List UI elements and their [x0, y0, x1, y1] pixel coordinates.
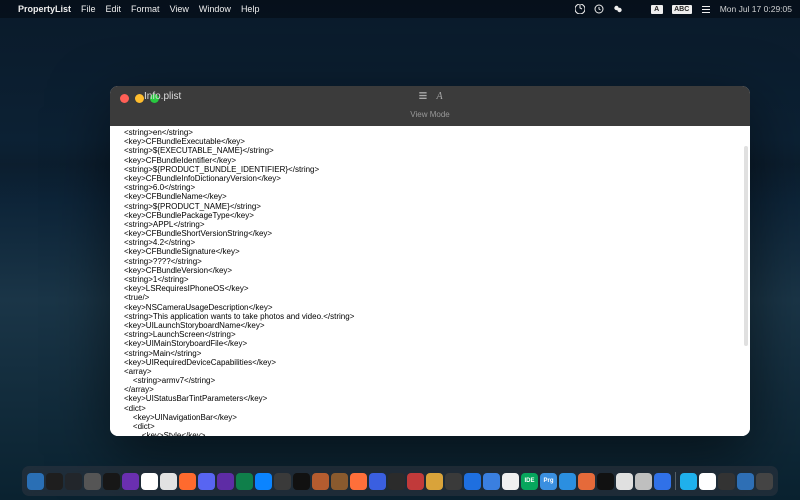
dock-app-icon[interactable] — [597, 473, 614, 490]
dock-app-icon[interactable] — [502, 473, 519, 490]
moon-icon[interactable] — [632, 4, 642, 14]
dock-app-icon[interactable] — [464, 473, 481, 490]
text-view-icon[interactable]: A — [436, 91, 442, 102]
dock-app-icon[interactable] — [578, 473, 595, 490]
list-view-icon[interactable] — [417, 90, 428, 103]
menu-help[interactable]: Help — [241, 4, 260, 14]
dock-app-icon[interactable] — [274, 473, 291, 490]
dock-app-icon[interactable] — [331, 473, 348, 490]
app-menu[interactable]: PropertyList — [18, 4, 71, 14]
document-content[interactable]: <string>en</string> <key>CFBundleExecuta… — [110, 126, 750, 436]
dock-app-icon[interactable] — [718, 473, 735, 490]
dock-app-icon[interactable] — [483, 473, 500, 490]
close-button[interactable] — [120, 94, 129, 103]
chat-icon[interactable] — [613, 4, 623, 14]
scrollbar[interactable] — [744, 146, 748, 346]
dock-app-icon[interactable] — [198, 473, 215, 490]
status-icon-generic-1[interactable] — [575, 4, 585, 14]
menubar: PropertyList File Edit Format View Windo… — [0, 0, 800, 18]
dock-app-icon[interactable] — [388, 473, 405, 490]
dock-separator — [675, 472, 676, 490]
dock-app-icon[interactable]: Prg — [540, 473, 557, 490]
dock-app-icon[interactable] — [559, 473, 576, 490]
dock-app-icon[interactable] — [217, 473, 234, 490]
view-mode-label: View Mode — [110, 110, 750, 122]
window-titlebar: Info.plist A View Mode — [110, 86, 750, 126]
dock-app-icon[interactable] — [654, 473, 671, 490]
dock-app-icon[interactable] — [445, 473, 462, 490]
dock-app-icon[interactable] — [756, 473, 773, 490]
dock-app-icon[interactable] — [65, 473, 82, 490]
menu-file[interactable]: File — [81, 4, 96, 14]
dock-app-icon[interactable] — [699, 473, 716, 490]
dock-app-icon[interactable] — [27, 473, 44, 490]
dock-app-icon[interactable] — [350, 473, 367, 490]
dock-app-icon[interactable] — [84, 473, 101, 490]
dock-app-icon[interactable] — [179, 473, 196, 490]
app-window: Info.plist A View Mode <string>en</strin… — [110, 86, 750, 436]
dock-app-icon[interactable] — [635, 473, 652, 490]
dock-app-icon[interactable] — [46, 473, 63, 490]
dock-app-icon[interactable] — [293, 473, 310, 490]
menubar-clock[interactable]: Mon Jul 17 0:29:05 — [720, 4, 792, 14]
toolbar: A — [417, 90, 442, 103]
input-source-abc-icon[interactable]: ABC — [672, 5, 692, 14]
menu-window[interactable]: Window — [199, 4, 231, 14]
menu-format[interactable]: Format — [131, 4, 160, 14]
dock-app-icon[interactable] — [236, 473, 253, 490]
dock-app-icon[interactable] — [141, 473, 158, 490]
dock: IDEPrg — [22, 466, 778, 496]
settings-icon[interactable] — [701, 4, 711, 14]
dock-app-icon[interactable] — [160, 473, 177, 490]
dock-app-icon[interactable] — [616, 473, 633, 490]
menu-edit[interactable]: Edit — [106, 4, 122, 14]
window-title: Info.plist — [144, 91, 181, 102]
dock-app-icon[interactable] — [122, 473, 139, 490]
dock-app-icon[interactable] — [312, 473, 329, 490]
minimize-button[interactable] — [135, 94, 144, 103]
dock-app-icon[interactable] — [369, 473, 386, 490]
dock-app-icon[interactable] — [737, 473, 754, 490]
dock-app-icon[interactable] — [407, 473, 424, 490]
plist-text[interactable]: <string>en</string> <key>CFBundleExecuta… — [124, 128, 736, 436]
clock-icon[interactable] — [594, 4, 604, 14]
dock-app-icon[interactable] — [103, 473, 120, 490]
dock-app-icon[interactable]: IDE — [521, 473, 538, 490]
input-source-a-icon[interactable]: A — [651, 5, 663, 14]
menu-view[interactable]: View — [170, 4, 189, 14]
dock-app-icon[interactable] — [680, 473, 697, 490]
dock-app-icon[interactable] — [426, 473, 443, 490]
dock-app-icon[interactable] — [255, 473, 272, 490]
